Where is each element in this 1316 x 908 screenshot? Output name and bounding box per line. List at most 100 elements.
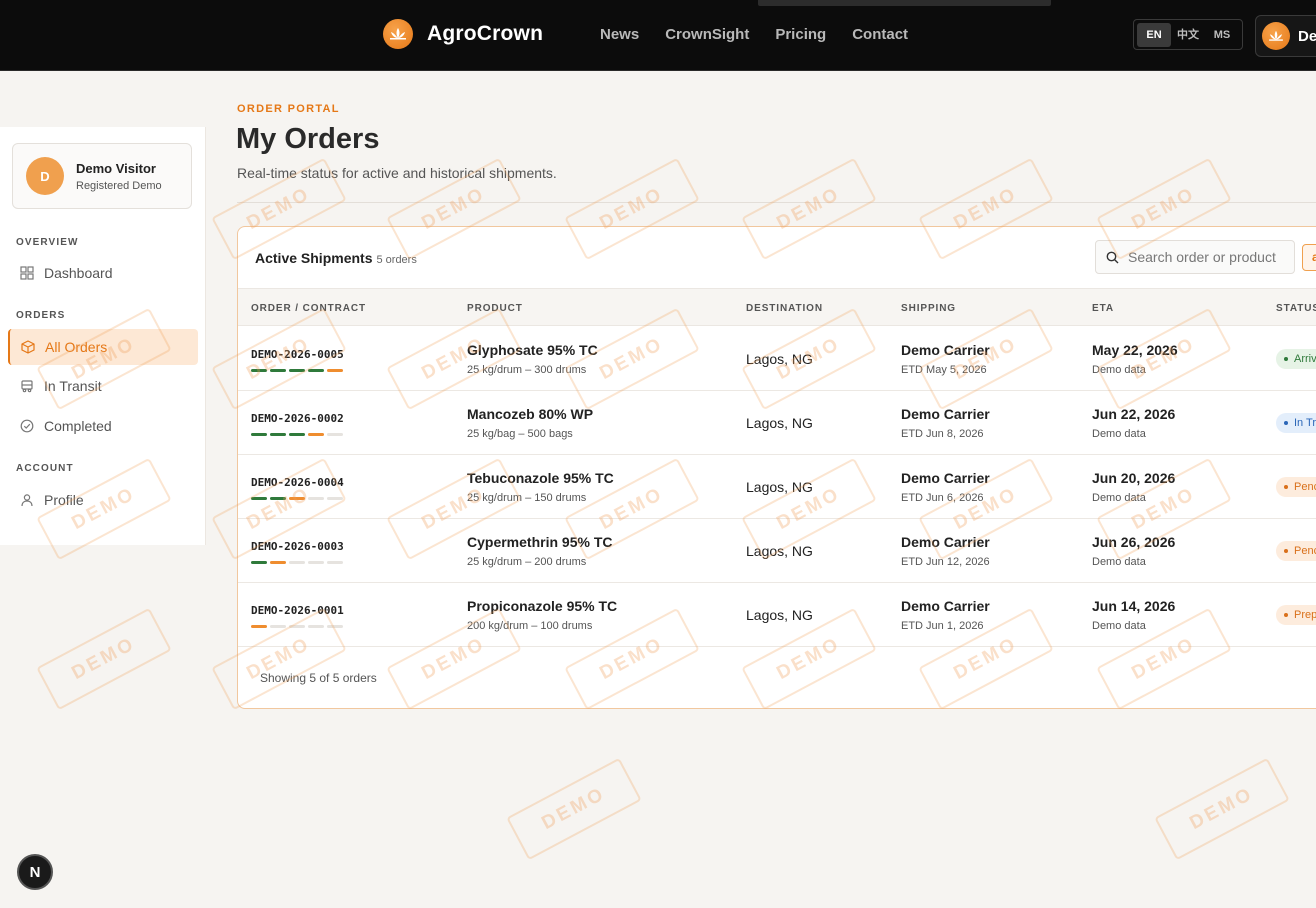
col-destination[interactable]: DESTINATION (746, 303, 823, 314)
lang-en[interactable]: EN (1137, 22, 1171, 47)
col-status[interactable]: STATUS (1276, 303, 1316, 314)
demo-watermark: DEMO (36, 607, 172, 711)
destination: Lagos, NG (746, 543, 813, 559)
brand-name: AgroCrown (427, 22, 544, 45)
order-count: 5 orders (376, 254, 417, 266)
order-id[interactable]: DEMO-2026-0005 (251, 348, 344, 361)
product-name: Propiconazole 95% TC (467, 598, 618, 614)
page-eyebrow: ORDER PORTAL (237, 103, 340, 115)
progress-segment (289, 433, 305, 436)
col-order[interactable]: ORDER / CONTRACT (251, 303, 366, 314)
eta: Jun 22, 2026 (1092, 406, 1176, 422)
progress-segment (327, 561, 343, 564)
carrier: Demo Carrier (901, 598, 990, 614)
col-shipping[interactable]: SHIPPING (901, 303, 956, 314)
product-name: Tebuconazole 95% TC (467, 470, 614, 486)
nav-contact[interactable]: Contact (852, 26, 908, 43)
lang-ms[interactable]: MS (1205, 23, 1239, 47)
user-menu-button[interactable]: De (1255, 15, 1316, 57)
sidebar-item-label: All Orders (45, 339, 108, 355)
progress-segment (270, 625, 286, 628)
sidebar-item-profile[interactable]: Profile (8, 482, 198, 518)
section-label-account: ACCOUNT (16, 463, 74, 474)
carrier: Demo Carrier (901, 470, 990, 486)
section-label-orders: ORDERS (16, 310, 66, 321)
dev-tools-button[interactable]: N (17, 854, 53, 890)
order-progress (251, 625, 343, 628)
demo-watermark: DEMO (506, 757, 642, 861)
eta-note: Demo data (1092, 364, 1146, 376)
table-row[interactable]: DEMO-2026-0004 Tebuconazole 95% TC 25 kg/d… (238, 455, 1316, 519)
order-progress (251, 561, 343, 564)
product-pack: 25 kg/bag – 500 bags (467, 428, 573, 440)
card-header: Active Shipments5 orders a (238, 227, 1316, 288)
eta: Jun 26, 2026 (1092, 534, 1176, 550)
section-label-overview: OVERVIEW (16, 237, 79, 248)
col-eta[interactable]: ETA (1092, 303, 1114, 314)
top-navbar: AgroCrown News CrownSight Pricing Contac… (0, 0, 1316, 71)
product-pack: 200 kg/drum – 100 drums (467, 620, 593, 632)
progress-segment (289, 561, 305, 564)
col-product[interactable]: PRODUCT (467, 303, 523, 314)
sidebar-item-dashboard[interactable]: Dashboard (8, 255, 198, 291)
status-badge: Prep (1276, 605, 1316, 625)
sidebar-item-label: Dashboard (44, 265, 113, 281)
order-progress (251, 497, 343, 500)
progress-segment (270, 497, 286, 500)
grid-icon (20, 266, 34, 280)
search-icon (1106, 251, 1119, 263)
card-title: Active Shipments 5 orders (255, 250, 417, 266)
progress-segment (308, 369, 324, 372)
table-row[interactable]: DEMO-2026-0003 Cypermethrin 95% TC 25 kg/d… (238, 519, 1316, 583)
nav-news[interactable]: News (600, 26, 639, 43)
table-row[interactable]: DEMO-2026-0002 Mancozeb 80% WP 25 kg/bag –… (238, 391, 1316, 455)
language-switcher: EN 中文 MS (1133, 19, 1243, 50)
etd: ETD Jun 8, 2026 (901, 428, 984, 440)
demo-watermark: DEMO (1154, 757, 1290, 861)
sidebar-item-label: In Transit (44, 378, 102, 394)
sidebar-item-completed[interactable]: Completed (8, 408, 198, 444)
progress-segment (308, 561, 324, 564)
lang-zh[interactable]: 中文 (1171, 23, 1205, 47)
package-icon (21, 340, 35, 354)
order-id[interactable]: DEMO-2026-0003 (251, 540, 344, 553)
brand[interactable]: AgroCrown (383, 19, 543, 49)
order-progress (251, 369, 343, 372)
profile-name: Demo Visitor (76, 160, 156, 176)
nav-crownsight[interactable]: CrownSight (665, 26, 749, 43)
sidebar-item-in-transit[interactable]: In Transit (8, 368, 198, 404)
filter-button[interactable]: a (1302, 244, 1316, 271)
progress-segment (251, 369, 267, 372)
user-icon (21, 494, 33, 507)
order-id[interactable]: DEMO-2026-0004 (251, 476, 344, 489)
profile-card[interactable]: D Demo Visitor Registered Demo (12, 143, 192, 209)
sidebar-item-all-orders[interactable]: All Orders (8, 329, 198, 365)
progress-segment (289, 625, 305, 628)
progress-segment (327, 497, 343, 500)
progress-segment (251, 497, 267, 500)
product-name: Glyphosate 95% TC (467, 342, 598, 358)
table-row[interactable]: DEMO-2026-0001 Propiconazole 95% TC 200 kg… (238, 583, 1316, 647)
etd: ETD Jun 1, 2026 (901, 620, 984, 632)
table-row[interactable]: DEMO-2026-0005 Glyphosate 95% TC 25 kg/dru… (238, 327, 1316, 391)
profile-role: Registered Demo (76, 179, 162, 192)
divider (237, 202, 1316, 203)
product-name: Cypermethrin 95% TC (467, 534, 613, 550)
nav-pricing[interactable]: Pricing (775, 26, 826, 43)
status-badge: Penc (1276, 477, 1316, 497)
search-input[interactable] (1128, 249, 1288, 265)
destination: Lagos, NG (746, 607, 813, 623)
progress-segment (251, 433, 267, 436)
page-subtitle: Real-time status for active and historic… (237, 165, 557, 181)
eta-note: Demo data (1092, 492, 1146, 504)
order-id[interactable]: DEMO-2026-0002 (251, 412, 344, 425)
order-id[interactable]: DEMO-2026-0001 (251, 604, 344, 617)
sidebar: D Demo Visitor Registered Demo OVERVIEW … (0, 127, 206, 545)
carrier: Demo Carrier (901, 534, 990, 550)
progress-segment (308, 433, 324, 436)
eta: Jun 14, 2026 (1092, 598, 1176, 614)
progress-segment (327, 369, 343, 372)
lotus-logo-icon (383, 19, 413, 49)
avatar: D (26, 157, 64, 195)
orders-card: Active Shipments5 orders a ORDER / CONTR… (237, 226, 1316, 709)
